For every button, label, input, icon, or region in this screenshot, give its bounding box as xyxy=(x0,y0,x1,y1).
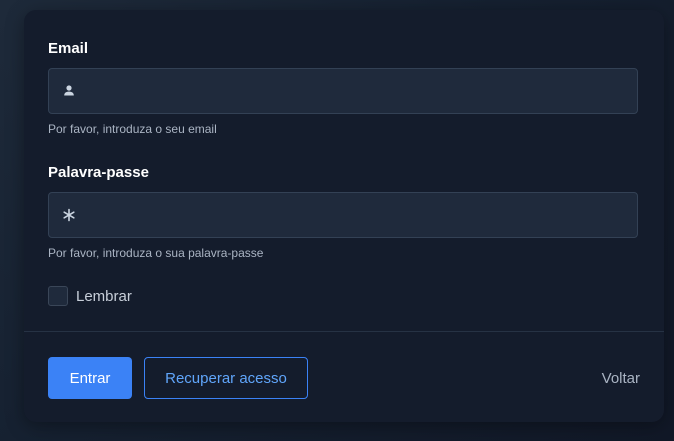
recover-access-button[interactable]: Recuperar acesso xyxy=(144,357,308,399)
password-label: Palavra-passe xyxy=(48,164,149,181)
email-help-text: Por favor, introduza o seu email xyxy=(48,122,217,136)
asterisk-icon xyxy=(61,207,77,223)
login-card: Email Por favor, introduza o seu email P… xyxy=(24,10,664,422)
password-field-container[interactable] xyxy=(48,192,638,239)
password-help-text: Por favor, introduza o sua palavra-passe xyxy=(48,246,264,260)
email-label: Email xyxy=(48,40,89,57)
remember-checkbox[interactable] xyxy=(48,286,68,306)
email-field-container[interactable] xyxy=(48,68,638,115)
email-field[interactable] xyxy=(89,69,633,115)
login-button[interactable]: Entrar xyxy=(48,357,132,399)
user-icon xyxy=(61,83,77,99)
back-link[interactable]: Voltar xyxy=(602,370,640,387)
divider xyxy=(24,331,664,332)
password-field[interactable] xyxy=(89,193,633,239)
remember-label[interactable]: Lembrar xyxy=(76,288,132,305)
